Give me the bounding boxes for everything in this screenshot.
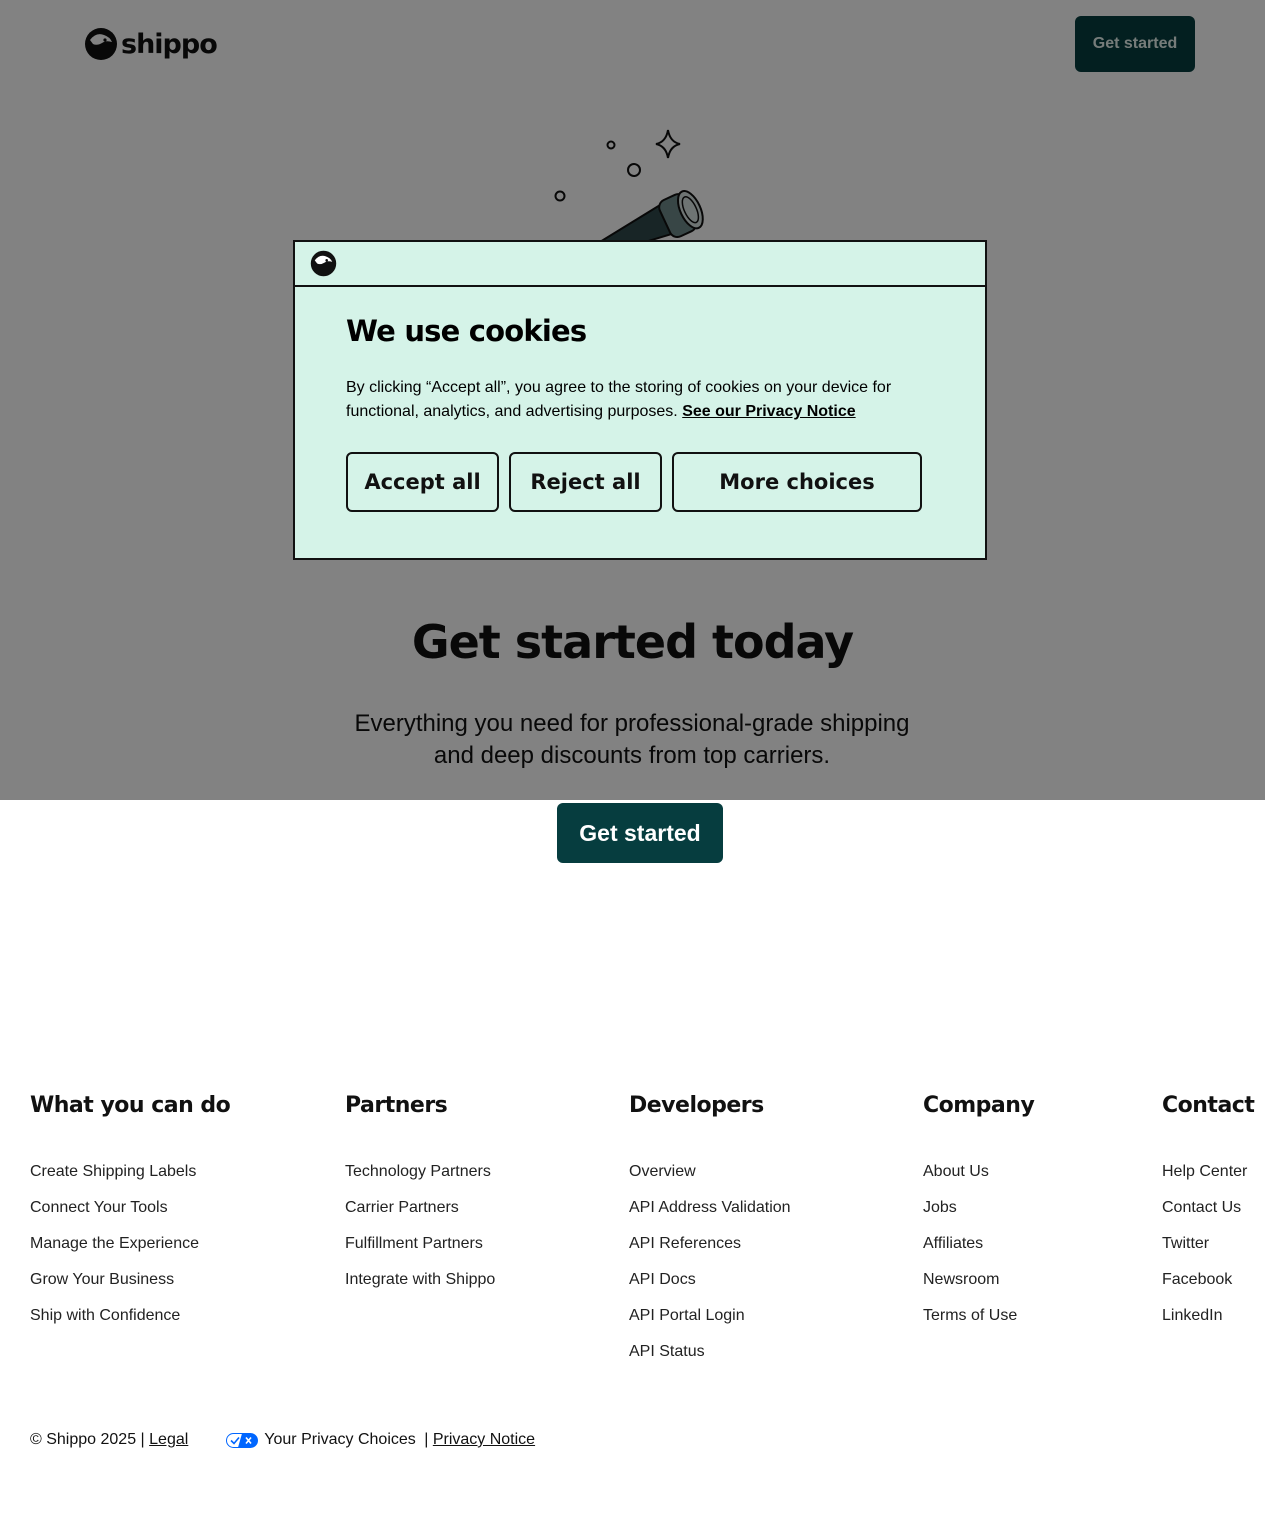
footer-link[interactable]: Connect Your Tools xyxy=(30,1190,230,1226)
footer-link[interactable]: Overview xyxy=(629,1154,791,1190)
footer-column-partners: Partners Technology Partners Carrier Par… xyxy=(345,1093,495,1298)
cookie-dialog-title: We use cookies xyxy=(346,314,587,348)
cookie-dialog-body: By clicking “Accept all”, you agree to t… xyxy=(346,376,926,424)
footer-column-contact: Contact Help Center Contact Us Twitter F… xyxy=(1162,1093,1255,1334)
footer-column-what-you-can-do: What you can do Create Shipping Labels C… xyxy=(30,1093,231,1334)
footer-link[interactable]: Affiliates xyxy=(923,1226,1034,1262)
cookie-consent-dialog: We use cookies By clicking “Accept all”,… xyxy=(293,240,987,560)
footer-link[interactable]: Manage the Experience xyxy=(30,1226,230,1262)
more-choices-button[interactable]: More choices xyxy=(672,452,922,512)
footer-link[interactable]: Technology Partners xyxy=(345,1154,495,1190)
footer-link[interactable]: Integrate with Shippo xyxy=(345,1262,495,1298)
accept-all-button[interactable]: Accept all xyxy=(346,452,499,512)
footer-heading: Developers xyxy=(629,1093,764,1118)
footer-heading: What you can do xyxy=(30,1093,231,1118)
footer-column-developers: Developers Overview API Address Validati… xyxy=(629,1093,791,1370)
footer-link[interactable]: Contact Us xyxy=(1162,1190,1254,1226)
footer-link[interactable]: API Address Validation xyxy=(629,1190,791,1226)
footer-link[interactable]: LinkedIn xyxy=(1162,1298,1254,1334)
footer-link[interactable]: Facebook xyxy=(1162,1262,1254,1298)
footer-link[interactable]: Grow Your Business xyxy=(30,1262,230,1298)
privacy-toggle-icon[interactable] xyxy=(226,1432,259,1448)
hero-get-started-button[interactable]: Get started xyxy=(557,803,723,863)
privacy-notice-link[interactable]: See our Privacy Notice xyxy=(682,403,855,420)
footer-heading: Partners xyxy=(345,1093,448,1118)
footer-link[interactable]: Carrier Partners xyxy=(345,1190,495,1226)
footer-link[interactable]: Create Shipping Labels xyxy=(30,1154,230,1190)
footer-link[interactable]: About Us xyxy=(923,1154,1034,1190)
separator: | xyxy=(419,1431,433,1448)
footer-link[interactable]: Help Center xyxy=(1162,1154,1254,1190)
footer-column-company: Company About Us Jobs Affiliates Newsroo… xyxy=(923,1093,1035,1334)
footer-heading: Company xyxy=(923,1093,1035,1118)
footer-link[interactable]: Terms of Use xyxy=(923,1298,1034,1334)
privacy-choices-link[interactable]: Your Privacy Choices xyxy=(264,1431,415,1449)
shippo-logo-icon xyxy=(310,250,337,277)
reject-all-button[interactable]: Reject all xyxy=(509,452,662,512)
footer-link[interactable]: API Status xyxy=(629,1334,791,1370)
privacy-notice-footer-link[interactable]: Privacy Notice xyxy=(433,1431,535,1449)
legal-link[interactable]: Legal xyxy=(149,1431,188,1449)
footer-link[interactable]: Ship with Confidence xyxy=(30,1298,230,1334)
footer-link[interactable]: Newsroom xyxy=(923,1262,1034,1298)
footer-heading: Contact xyxy=(1162,1093,1255,1118)
footer-link[interactable]: Fulfillment Partners xyxy=(345,1226,495,1262)
footer-link[interactable]: Jobs xyxy=(923,1190,1034,1226)
footer-link[interactable]: API References xyxy=(629,1226,791,1262)
cookie-dialog-header xyxy=(295,242,985,287)
footer-link[interactable]: API Docs xyxy=(629,1262,791,1298)
footer-link[interactable]: Twitter xyxy=(1162,1226,1254,1262)
footer-link[interactable]: API Portal Login xyxy=(629,1298,791,1334)
copyright-text: © Shippo 2025 | xyxy=(30,1431,150,1448)
footer-legal-bar: © Shippo 2025 | Legal Your Privacy Choic… xyxy=(30,1429,535,1451)
